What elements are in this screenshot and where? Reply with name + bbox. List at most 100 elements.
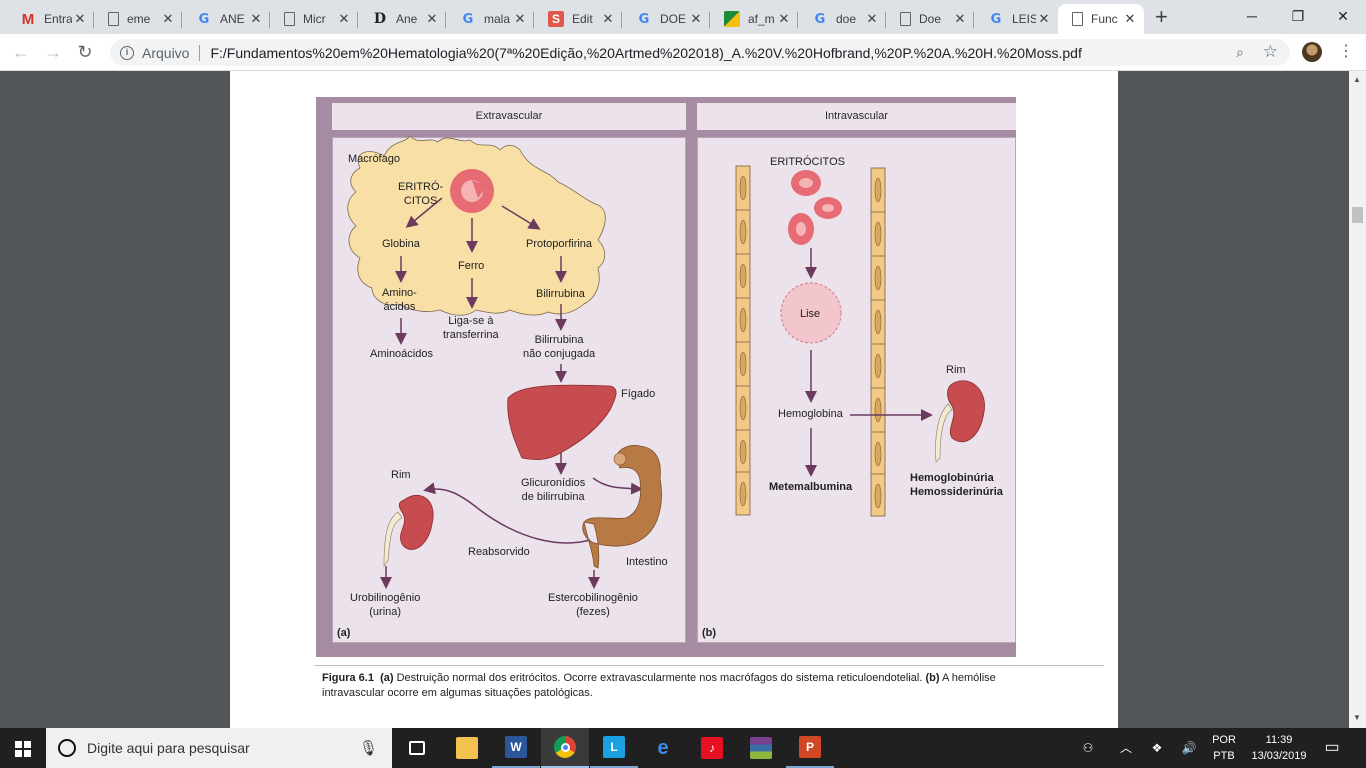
show-hidden-icons[interactable]: ︿ (1116, 728, 1136, 768)
tab-title: Ane (396, 12, 418, 26)
close-icon[interactable]: ✕ (776, 11, 792, 27)
browser-tab[interactable]: M Entra ✕ (6, 4, 94, 34)
tab-title: DOE (660, 12, 687, 26)
taskbar-search[interactable]: Digite aqui para pesquisar 🎙 (46, 728, 392, 768)
tab-strip: M Entra ✕ eme ✕ G ANE ✕ Micr ✕ D Ane ✕ G… (0, 0, 1366, 34)
browser-tab[interactable]: D Ane ✕ (358, 4, 446, 34)
caption-rule (314, 665, 1104, 666)
close-icon[interactable]: ✕ (248, 11, 264, 27)
file-explorer-button[interactable] (443, 728, 491, 768)
browser-toolbar: ← → ↻ i Arquivo F:/Fundamentos%20em%20He… (0, 34, 1366, 71)
browser-tab[interactable]: G ANE ✕ (182, 4, 270, 34)
url-text[interactable]: F:/Fundamentos%20em%20Hematologia%20(7ª%… (210, 45, 1081, 61)
pdf-viewer: Extravascular Intravascular Macrófago ER… (0, 71, 1366, 728)
label-erythrocytes-b: ERITRÓCITOS (770, 156, 845, 168)
people-icon[interactable]: ⚇ (1076, 728, 1100, 768)
microphone-icon[interactable]: 🎙 (359, 739, 378, 757)
back-button[interactable]: ← (9, 40, 33, 64)
browser-tab[interactable]: Doe ✕ (886, 4, 974, 34)
menu-icon[interactable]: ⋮ (1338, 40, 1354, 64)
minimize-button[interactable]: ─ (1229, 4, 1275, 28)
label-stercobilinogen: Estercobilinogênio (fezes) (548, 592, 638, 618)
powerpoint-button[interactable]: P (786, 728, 834, 768)
label-methemalbumin: Metemalbumina (769, 481, 853, 493)
scrollbar[interactable]: ▲ ▼ (1349, 71, 1366, 728)
volume-icon[interactable]: 🔊 (1178, 728, 1200, 768)
browser-tab[interactable]: eme ✕ (94, 4, 182, 34)
scroll-thumb[interactable] (1352, 207, 1363, 223)
label-urobilinogen: Urobilinogênio (urina) (350, 592, 421, 618)
l-app-button[interactable]: L (590, 728, 638, 768)
label-macrophage: Macrófago (348, 153, 400, 165)
start-button[interactable] (0, 728, 46, 768)
label-panel-b-tag: (b) (702, 627, 717, 639)
label-unconjugated-bilirubin: Bilirrubina não conjugada (523, 334, 596, 360)
label-glucuronides: Glicuronídios de bilirrubina (521, 477, 586, 503)
close-icon[interactable]: ✕ (424, 11, 440, 27)
browser-tab[interactable]: G doe ✕ (798, 4, 886, 34)
new-tab-button[interactable]: + (1155, 6, 1168, 28)
forward-button[interactable]: → (41, 40, 65, 64)
label-iron: Ferro (458, 260, 485, 272)
erythrocytes-icon-b (788, 170, 842, 245)
label-erythrocytes-a: ERITRÓ- CITOS (398, 181, 444, 207)
close-window-button[interactable]: ✕ (1320, 4, 1366, 28)
d-logo-icon: D (373, 11, 387, 27)
system-clock[interactable]: 11:39 13/03/2019 (1240, 732, 1318, 764)
bookmark-star-icon[interactable]: ☆ (1263, 42, 1278, 62)
vessel-wall-right (870, 167, 886, 517)
caption-a-tag: (a) (380, 672, 394, 684)
notification-center-icon[interactable]: ▭ (1320, 736, 1344, 760)
word-button[interactable]: W (492, 728, 540, 768)
close-icon[interactable]: ✕ (864, 11, 880, 27)
restore-button[interactable]: ❐ (1275, 4, 1321, 28)
caption-a-text: Destruição normal dos eritrócitos. Ocorr… (393, 672, 926, 684)
browser-tab[interactable]: G LEIS ✕ (974, 4, 1058, 34)
close-icon[interactable]: ✕ (72, 11, 88, 27)
browser-tab[interactable]: S Edit ✕ (534, 4, 622, 34)
dropbox-icon[interactable]: ❖ (1146, 728, 1168, 768)
close-icon[interactable]: ✕ (952, 11, 968, 27)
label-protoporphyrin: Protoporfirina (526, 238, 593, 250)
browser-tab[interactable]: G DOE ✕ (622, 4, 710, 34)
close-icon[interactable]: ✕ (1036, 11, 1052, 27)
scroll-up-icon[interactable]: ▲ (1353, 75, 1361, 84)
chrome-button[interactable] (541, 728, 589, 768)
info-icon[interactable]: i (120, 45, 134, 60)
zoom-icon[interactable]: ⌕ (1236, 44, 1244, 61)
task-view-button[interactable] (393, 728, 441, 768)
music-app-button[interactable]: ♪ (688, 728, 736, 768)
input-language[interactable]: POR PTB (1208, 732, 1240, 764)
profile-avatar[interactable] (1302, 42, 1322, 62)
label-hemoglobinuria: Hemoglobinúria (910, 472, 994, 484)
caption-label: Figura 6.1 (322, 672, 374, 684)
reload-button[interactable]: ↻ (73, 40, 97, 64)
label-lysis: Lise (800, 308, 821, 320)
browser-tab[interactable]: Micr ✕ (270, 4, 358, 34)
browser-tab[interactable]: G mala ✕ (446, 4, 534, 34)
close-icon[interactable]: ✕ (160, 11, 176, 27)
address-bar[interactable]: i Arquivo F:/Fundamentos%20em%20Hematolo… (110, 39, 1290, 66)
liver-shape (507, 384, 617, 461)
edge-button[interactable]: e (639, 728, 687, 768)
close-icon[interactable]: ✕ (600, 11, 616, 27)
close-icon[interactable]: ✕ (688, 11, 704, 27)
tab-title: ANE (220, 12, 245, 26)
close-icon[interactable]: ✕ (512, 11, 528, 27)
tab-title: Doe (919, 12, 942, 26)
document-icon (1072, 12, 1083, 26)
search-placeholder: Digite aqui para pesquisar (87, 740, 250, 756)
scroll-down-icon[interactable]: ▼ (1353, 713, 1361, 722)
winrar-button[interactable] (737, 728, 785, 768)
word-icon: W (505, 736, 527, 758)
document-icon (108, 12, 119, 26)
label-panel-a-tag: (a) (337, 627, 351, 639)
browser-tab-active[interactable]: Func ✕ (1058, 4, 1144, 34)
l-app-icon: L (603, 736, 625, 758)
tab-title: doe (836, 12, 857, 26)
task-view-icon (409, 741, 425, 755)
powerpoint-icon: P (799, 736, 821, 758)
close-icon[interactable]: ✕ (1122, 11, 1138, 27)
close-icon[interactable]: ✕ (336, 11, 352, 27)
browser-tab[interactable]: af_m ✕ (710, 4, 798, 34)
